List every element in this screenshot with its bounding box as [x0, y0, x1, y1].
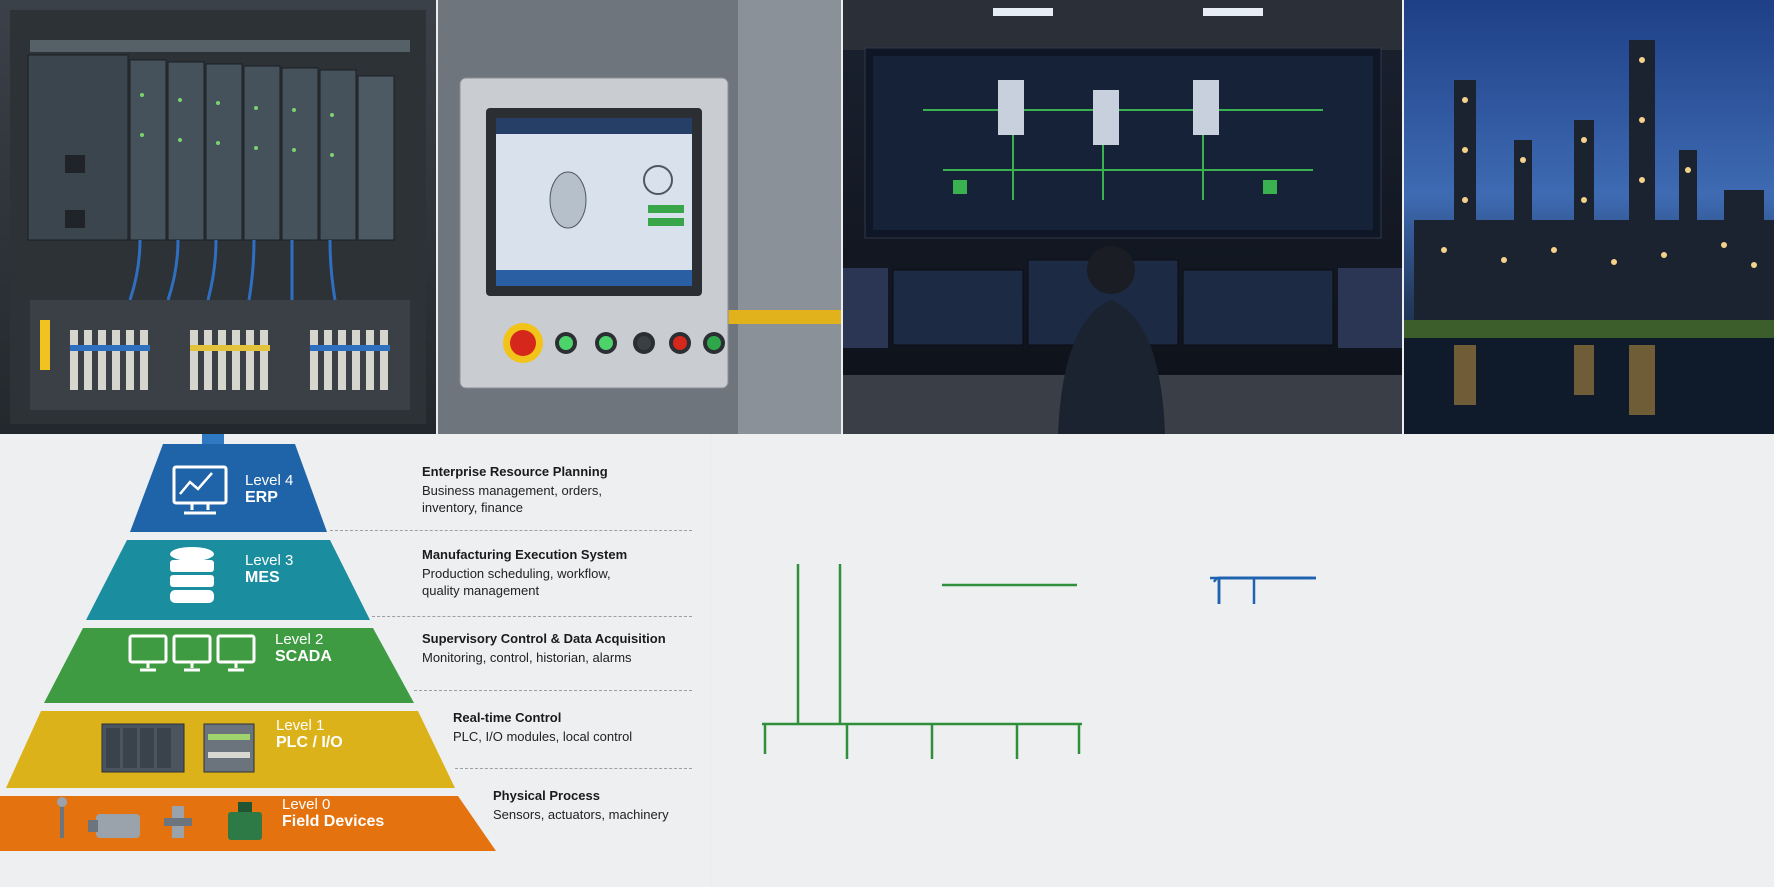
database-icon	[170, 547, 214, 603]
level-0-description: Physical Process Sensors, actuators, mac…	[493, 788, 703, 823]
level-4-number: Level 4	[245, 472, 294, 489]
divider	[330, 530, 692, 531]
divider	[414, 690, 692, 691]
level-1-number: Level 1	[276, 717, 325, 734]
level-3-description: Manufacturing Execution System Productio…	[422, 547, 702, 599]
level-3-name: MES	[245, 569, 280, 586]
level-0-title: Physical Process	[493, 788, 600, 803]
level-1-title: Real-time Control	[453, 710, 562, 725]
level-1-description: Real-time Control PLC, I/O modules, loca…	[453, 710, 703, 745]
level-0-label: Level 0 Field Devices	[282, 796, 384, 831]
network-architecture-panel	[712, 434, 1774, 887]
plc-rack-icon	[101, 723, 255, 773]
level-1-body: PLC, I/O modules, local control	[453, 729, 633, 744]
level-4-body: Business management, orders, inventory, …	[422, 483, 602, 515]
level-0-number: Level 0	[282, 796, 331, 813]
hmi-panel-photo	[438, 0, 841, 434]
plc-cabinet-photo	[0, 0, 436, 434]
level-1-name: PLC / I/O	[276, 734, 343, 751]
level-3-title: Manufacturing Execution System	[422, 547, 628, 562]
level-3-number: Level 3	[245, 552, 294, 569]
pyramid-level-4-band	[130, 444, 327, 532]
pyramid-level-2-band	[44, 628, 414, 703]
refinery-night-photo	[1404, 0, 1774, 434]
refinery-illustration	[1404, 40, 1774, 434]
fieldbus-lines	[762, 564, 1082, 759]
plc-cabinet-illustration	[10, 10, 426, 424]
level-3-body: Production scheduling, workflow, quality…	[422, 566, 611, 598]
level-3-label: Level 3 MES	[245, 552, 293, 587]
control-room-photo	[843, 0, 1402, 434]
control-room-illustration	[843, 0, 1402, 434]
level-4-title: Enterprise Resource Planning	[422, 464, 608, 479]
level-0-name: Field Devices	[282, 813, 385, 830]
level-2-description: Supervisory Control & Data Acquisition M…	[422, 631, 707, 666]
level-2-name: SCADA	[275, 648, 332, 665]
ethernet-lines	[1210, 576, 1316, 604]
network-diagram	[762, 564, 1316, 759]
level-2-body: Monitoring, control, historian, alarms	[422, 650, 632, 665]
divider	[372, 616, 692, 617]
level-2-label: Level 2 SCADA	[275, 631, 332, 666]
scada-device-bus	[1217, 576, 1316, 604]
automation-pyramid-panel: Level 4 ERP Level 3 MES Level 2 SCADA Le…	[0, 434, 710, 887]
level-4-label: Level 4 ERP	[245, 472, 293, 507]
level-0-body: Sensors, actuators, machinery	[493, 807, 669, 822]
level-4-description: Enterprise Resource Planning Business ma…	[422, 464, 702, 516]
level-2-title: Supervisory Control & Data Acquisition	[422, 631, 666, 646]
level-2-number: Level 2	[275, 631, 324, 648]
hmi-panel-illustration	[438, 0, 841, 434]
level-4-name: ERP	[245, 489, 278, 506]
level-1-label: Level 1 PLC / I/O	[276, 717, 343, 752]
pyramid-level-3-band	[86, 540, 370, 620]
divider	[455, 768, 692, 769]
